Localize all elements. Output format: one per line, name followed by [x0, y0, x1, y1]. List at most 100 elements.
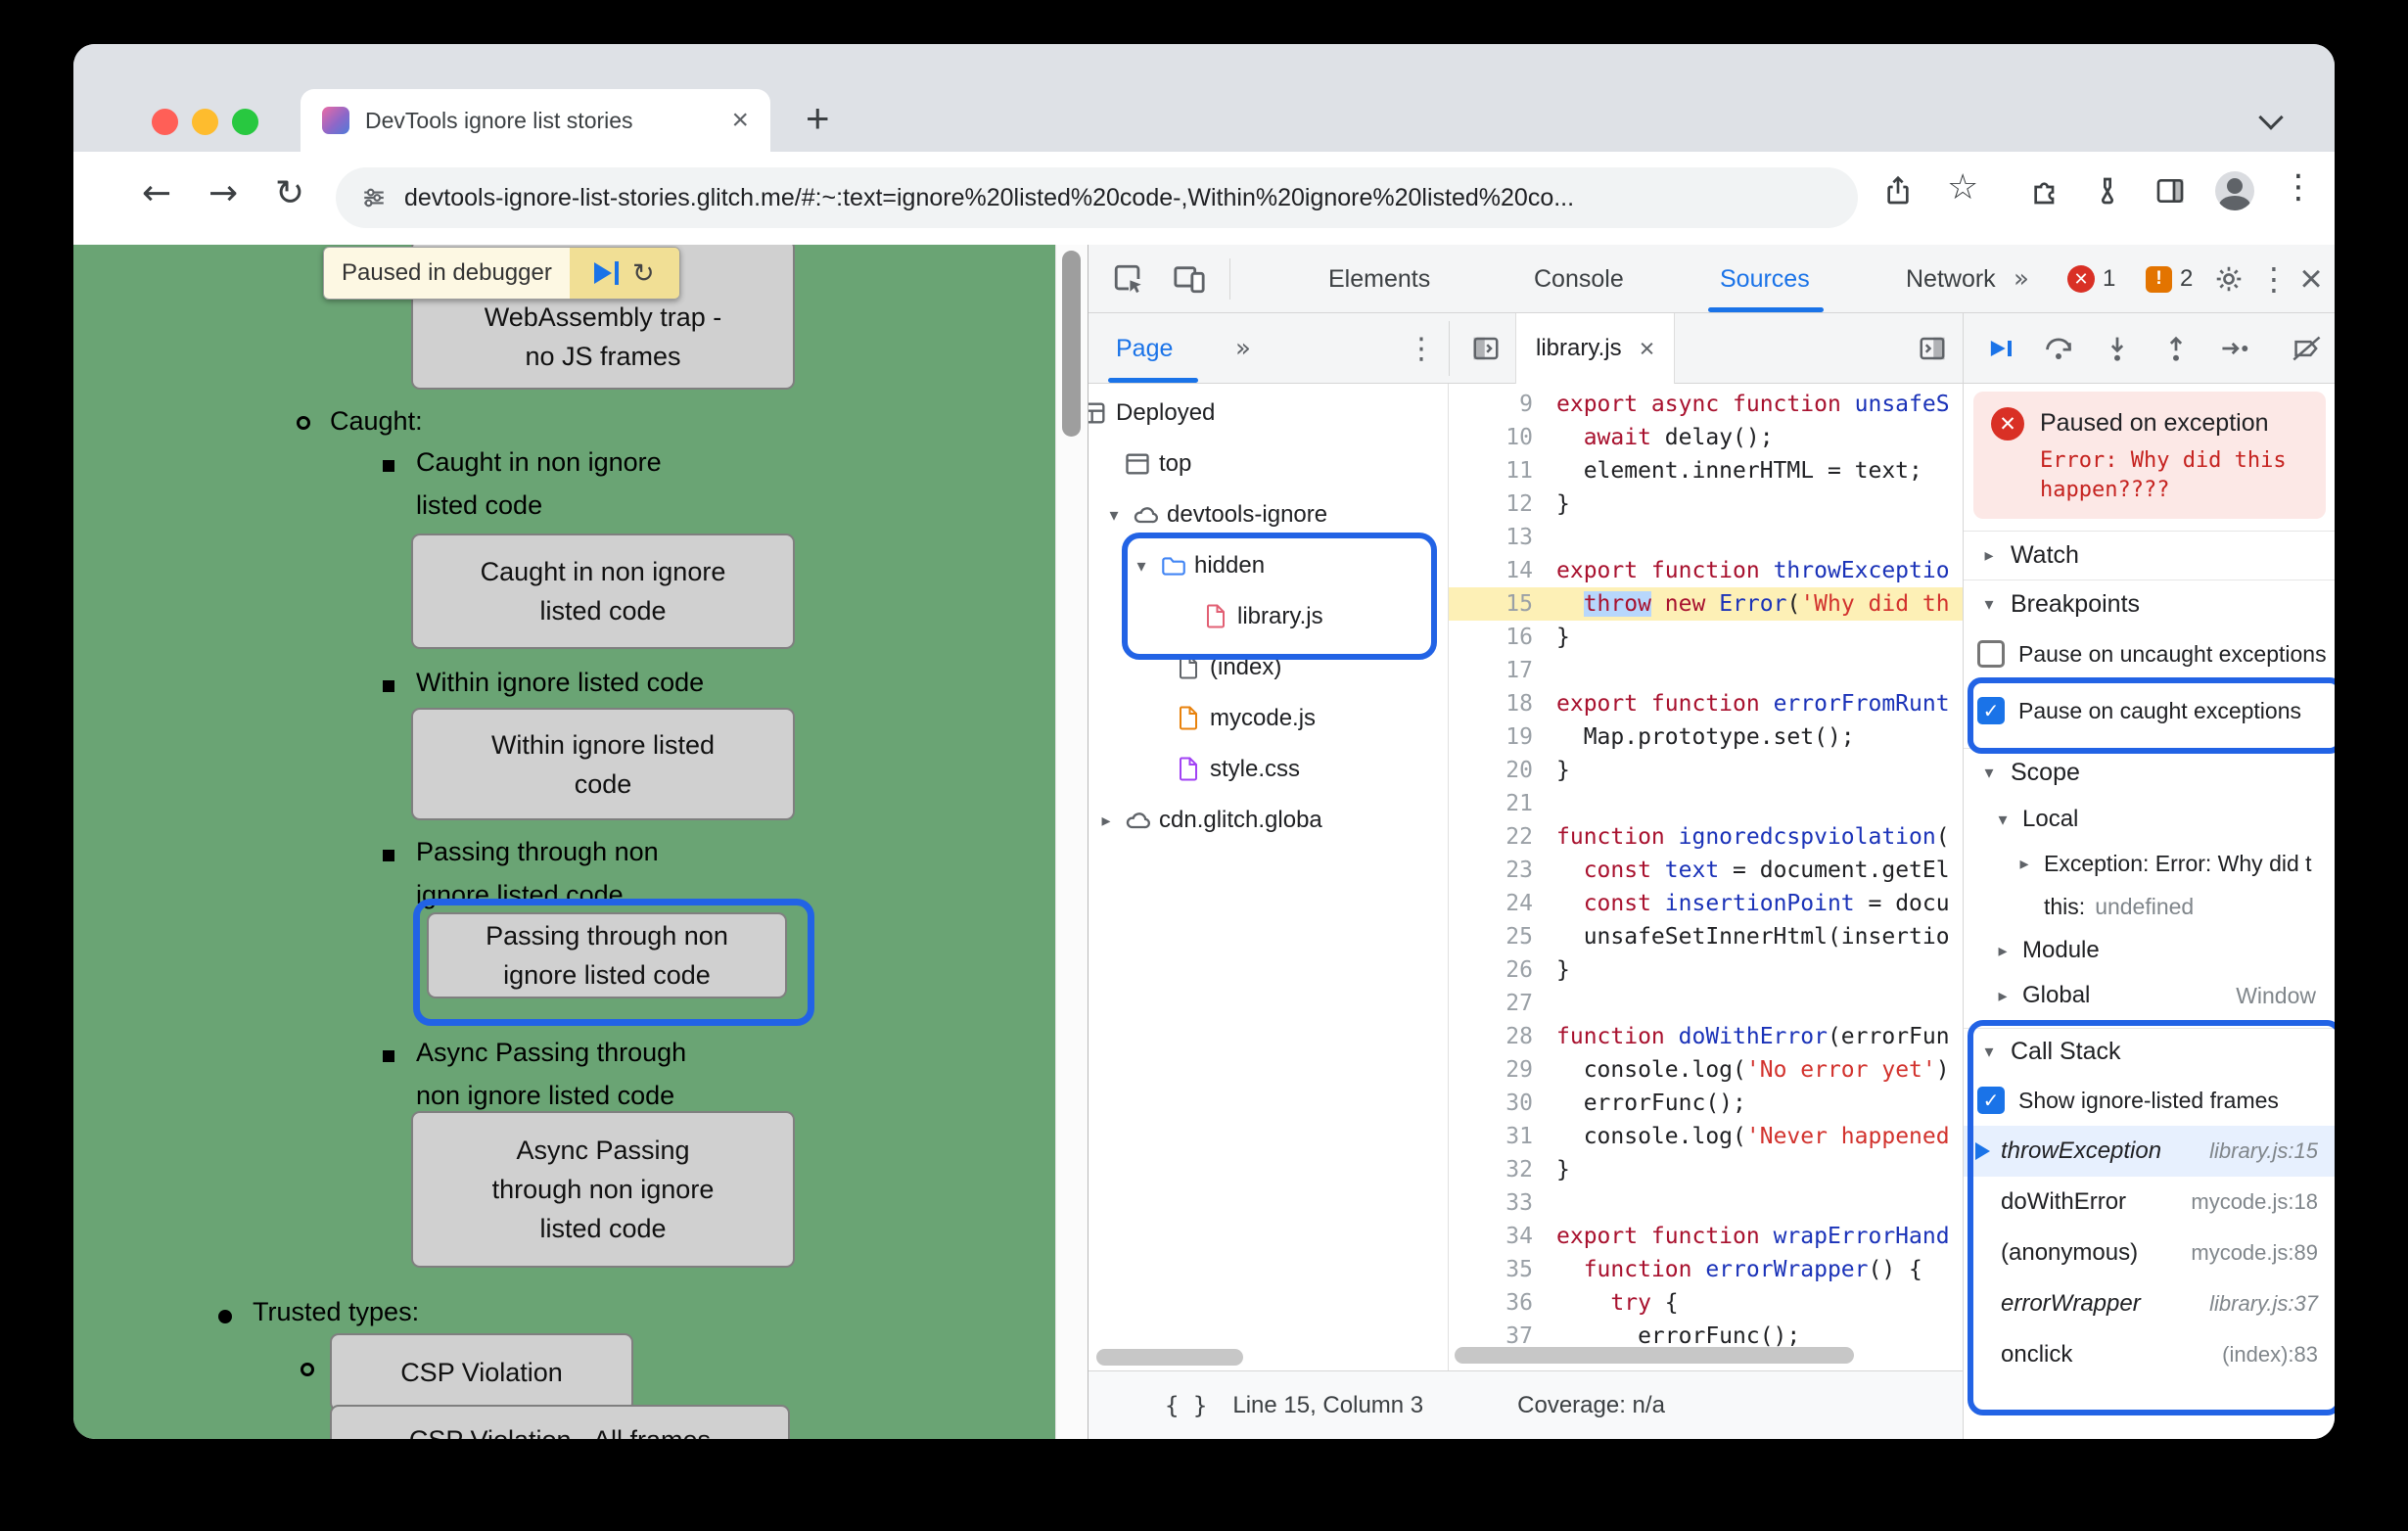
caret-right-icon[interactable]: ▸ — [1096, 811, 1116, 831]
console-errors-badge[interactable]: ✕ 1 — [2067, 245, 2115, 313]
tree-item-mycode-js[interactable]: mycode.js — [1088, 693, 1448, 744]
caret-right-icon[interactable]: ▸ — [2014, 854, 2034, 874]
site-info-icon[interactable] — [361, 185, 387, 210]
line-number[interactable]: 9 — [1449, 388, 1549, 421]
frame-location[interactable]: mycode.js:89 — [2191, 1240, 2318, 1266]
scope-this-row[interactable]: this: undefined — [2044, 885, 2335, 928]
line-number[interactable]: 33 — [1449, 1186, 1549, 1220]
editor-hscrollbar-thumb[interactable] — [1455, 1347, 1854, 1364]
browser-tab[interactable]: DevTools ignore list stories × — [301, 89, 770, 152]
frame-location[interactable]: (index):83 — [2222, 1342, 2318, 1368]
line-number[interactable]: 31 — [1449, 1120, 1549, 1153]
browser-menu-icon[interactable]: ⋮ — [2282, 167, 2315, 207]
more-tabs-icon[interactable]: » — [2014, 245, 2029, 313]
settings-gear-icon[interactable] — [2210, 260, 2247, 298]
step-over-icon[interactable] — [2040, 332, 2077, 365]
tree-item-index[interactable]: (index) — [1088, 642, 1448, 693]
step-icon[interactable] — [2216, 332, 2253, 365]
inspect-element-icon[interactable] — [1110, 260, 1147, 298]
line-number[interactable]: 23 — [1449, 854, 1549, 887]
page-scrollbar-thumb[interactable] — [1062, 251, 1081, 437]
devtools-close-icon[interactable]: × — [2292, 257, 2330, 301]
minimize-window-button[interactable] — [192, 109, 218, 135]
extensions-puzzle-icon[interactable] — [2029, 175, 2061, 207]
share-icon[interactable] — [1882, 175, 1914, 207]
line-number[interactable]: 30 — [1449, 1087, 1549, 1120]
code-line[interactable]: 12} — [1449, 487, 1963, 521]
tab-close-icon[interactable]: × — [731, 106, 749, 135]
line-number[interactable]: 15 — [1449, 587, 1549, 621]
csp-violation-button[interactable]: CSP Violation — [330, 1333, 633, 1412]
show-ignore-listed-row[interactable]: ✓ Show ignore-listed frames — [1964, 1075, 2335, 1126]
line-number[interactable]: 17 — [1449, 654, 1549, 687]
call-stack-frame[interactable]: onclick (index):83 — [1964, 1329, 2335, 1380]
scope-global-row[interactable]: ▸ Global Window — [1993, 973, 2335, 1018]
line-number[interactable]: 11 — [1449, 454, 1549, 487]
line-number[interactable]: 20 — [1449, 754, 1549, 787]
pause-caught-checkbox[interactable]: ✓ — [1977, 697, 2005, 724]
issues-badge[interactable]: ! 2 — [2146, 245, 2193, 313]
bookmark-star-icon[interactable]: ☆ — [1947, 167, 1978, 208]
tree-item-cdn[interactable]: ▸ cdn.glitch.globa — [1088, 795, 1448, 846]
resume-script-icon[interactable] — [594, 261, 620, 285]
caret-down-icon[interactable]: ▾ — [1993, 810, 2013, 830]
code-line[interactable]: 11 element.innerHTML = text; — [1449, 454, 1963, 487]
tree-item-hidden-folder[interactable]: ▾ hidden — [1088, 540, 1448, 591]
frame-location[interactable]: library.js:37 — [2209, 1291, 2318, 1317]
url-text[interactable]: devtools-ignore-list-stories.glitch.me/#… — [404, 184, 1574, 212]
code-editor[interactable]: 9 export async function unsafeS 10 await d… — [1449, 384, 1963, 1370]
scope-exception-row[interactable]: ▸ Exception: Error: Why did t — [2014, 842, 2335, 885]
code-line[interactable]: 19 Map.prototype.set(); — [1449, 720, 1963, 754]
back-button[interactable]: ← — [142, 173, 171, 213]
profile-avatar[interactable] — [2215, 171, 2254, 210]
pause-caught-row[interactable]: ✓ Pause on caught exceptions — [1964, 685, 2335, 736]
step-over-icon[interactable]: ↻ — [632, 260, 655, 287]
call-stack-frame[interactable]: doWithError mycode.js:18 — [1964, 1177, 2335, 1228]
caret-right-icon[interactable]: ▸ — [1993, 941, 2013, 961]
passing-through-button[interactable]: Passing through non ignore listed code — [427, 912, 787, 998]
code-line[interactable]: 13 — [1449, 521, 1963, 554]
step-out-icon[interactable] — [2157, 332, 2195, 365]
watch-section-header[interactable]: ▸ Watch — [1964, 531, 2335, 580]
caught-non-ignore-button[interactable]: Caught in non ignore listed code — [411, 534, 795, 649]
line-number[interactable]: 21 — [1449, 787, 1549, 820]
code-line[interactable]: 26} — [1449, 953, 1963, 987]
line-number[interactable]: 22 — [1449, 820, 1549, 854]
line-number[interactable]: 34 — [1449, 1220, 1549, 1253]
step-into-icon[interactable] — [2099, 332, 2136, 365]
tab-sources[interactable]: Sources — [1720, 245, 1810, 313]
code-line[interactable]: 24 const insertionPoint = docu — [1449, 887, 1963, 920]
navigator-tab-page[interactable]: Page — [1116, 313, 1173, 384]
toggle-debugger-sidebar-icon[interactable] — [1915, 331, 1950, 366]
tab-elements[interactable]: Elements — [1328, 245, 1430, 313]
resume-execution-icon[interactable] — [1981, 332, 2018, 365]
line-number[interactable]: 24 — [1449, 887, 1549, 920]
editor-tab-library-js[interactable]: library.js × — [1515, 313, 1676, 384]
breakpoints-section-header[interactable]: ▾ Breakpoints — [1964, 580, 2335, 628]
pause-uncaught-row[interactable]: Pause on uncaught exceptions — [1964, 628, 2335, 679]
side-panel-icon[interactable] — [2154, 175, 2186, 207]
csp-violation-all-frames-button[interactable]: CSP Violation - All frames — [330, 1405, 790, 1439]
line-number[interactable]: 16 — [1449, 621, 1549, 654]
call-stack-frame[interactable]: errorWrapper library.js:37 — [1964, 1278, 2335, 1329]
scope-section-header[interactable]: ▾ Scope — [1964, 748, 2335, 797]
within-ignore-listed-button[interactable]: Within ignore listed code — [411, 708, 795, 820]
tree-item-origin[interactable]: ▾ devtools-ignore — [1088, 489, 1448, 540]
code-line[interactable]: 22 function ignoredcspviolation( — [1449, 820, 1963, 854]
forward-button[interactable]: → — [208, 173, 238, 213]
navigator-hscrollbar-thumb[interactable] — [1096, 1349, 1243, 1366]
coverage-label[interactable]: Coverage: n/a — [1517, 1392, 1665, 1419]
line-number[interactable]: 32 — [1449, 1153, 1549, 1186]
tree-item-style-css[interactable]: style.css — [1088, 744, 1448, 795]
line-number[interactable]: 10 — [1449, 421, 1549, 454]
omnibox[interactable]: devtools-ignore-list-stories.glitch.me/#… — [336, 167, 1858, 228]
caret-right-icon[interactable]: ▸ — [1993, 986, 2013, 1006]
page-scrollbar[interactable] — [1055, 245, 1088, 1439]
code-line[interactable]: 15 throw new Error('Why did th — [1449, 587, 1963, 621]
code-line[interactable]: 29 console.log('No error yet') — [1449, 1053, 1963, 1087]
caret-down-icon[interactable]: ▾ — [1132, 556, 1151, 577]
frame-location[interactable]: library.js:15 — [2209, 1138, 2318, 1164]
code-line[interactable]: 25 unsafeSetInnerHtml(insertio — [1449, 920, 1963, 953]
call-stack-section-header[interactable]: ▾ Call Stack — [1964, 1028, 2335, 1075]
devtools-menu-icon[interactable]: ⋮ — [2255, 260, 2292, 298]
